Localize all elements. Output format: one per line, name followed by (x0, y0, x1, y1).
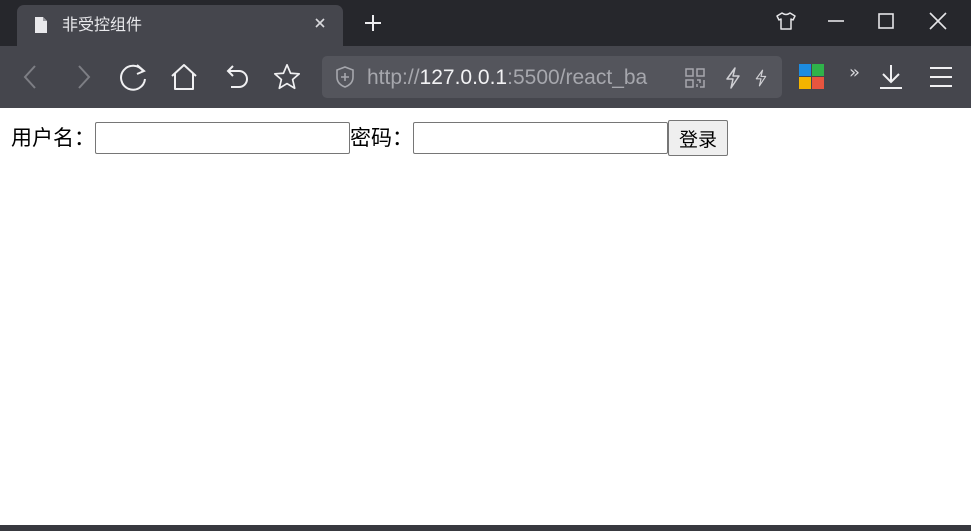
undo-icon[interactable] (221, 62, 251, 92)
reload-icon[interactable] (118, 62, 148, 92)
home-icon[interactable] (169, 62, 199, 92)
password-input[interactable] (413, 122, 668, 154)
url-path: :5500/react_ba (507, 66, 648, 89)
login-button[interactable]: 登录 (668, 120, 729, 156)
url-text[interactable]: http://127.0.0.1:5500/react_ba (367, 66, 659, 90)
reader-icon[interactable] (754, 67, 768, 89)
bottom-border (0, 525, 971, 531)
tab-strip: 非受控组件 (0, 0, 971, 46)
tab-title: 非受控组件 (62, 15, 143, 34)
ext-tile-green (812, 64, 824, 76)
lightning-icon[interactable] (722, 67, 744, 89)
browser-toolbar: http://127.0.0.1:5500/react_ba » (0, 46, 971, 108)
new-tab-icon[interactable] (362, 12, 384, 34)
login-form: 用户名： 密码： 登录 (11, 120, 729, 156)
tab-close-icon[interactable] (313, 16, 327, 30)
skin-icon[interactable] (773, 8, 799, 34)
address-bar[interactable]: http://127.0.0.1:5500/react_ba (322, 56, 782, 98)
back-icon[interactable] (16, 62, 46, 92)
password-label: 密码： (350, 126, 413, 150)
download-icon[interactable] (876, 62, 906, 92)
more-chevron-icon[interactable]: » (849, 63, 860, 83)
url-host: 127.0.0.1 (419, 66, 508, 89)
star-icon[interactable] (272, 62, 302, 92)
username-input[interactable] (95, 122, 350, 154)
close-icon[interactable] (925, 8, 951, 34)
extensions-icon[interactable] (799, 64, 824, 89)
username-label: 用户名： (11, 126, 95, 150)
forward-icon[interactable] (68, 62, 98, 92)
document-icon (35, 17, 47, 33)
ext-tile-yellow (799, 77, 811, 89)
ext-tile-blue (799, 64, 811, 76)
menu-icon[interactable] (926, 62, 956, 92)
ext-tile-red (812, 77, 824, 89)
browser-tab[interactable]: 非受控组件 (17, 5, 343, 46)
qr-code-icon[interactable] (684, 67, 706, 89)
minimize-icon[interactable] (823, 8, 849, 34)
maximize-icon[interactable] (873, 8, 899, 34)
shield-icon[interactable] (335, 66, 355, 88)
url-prefix: http:// (367, 66, 420, 89)
page-content: 用户名： 密码： 登录 (0, 108, 971, 525)
